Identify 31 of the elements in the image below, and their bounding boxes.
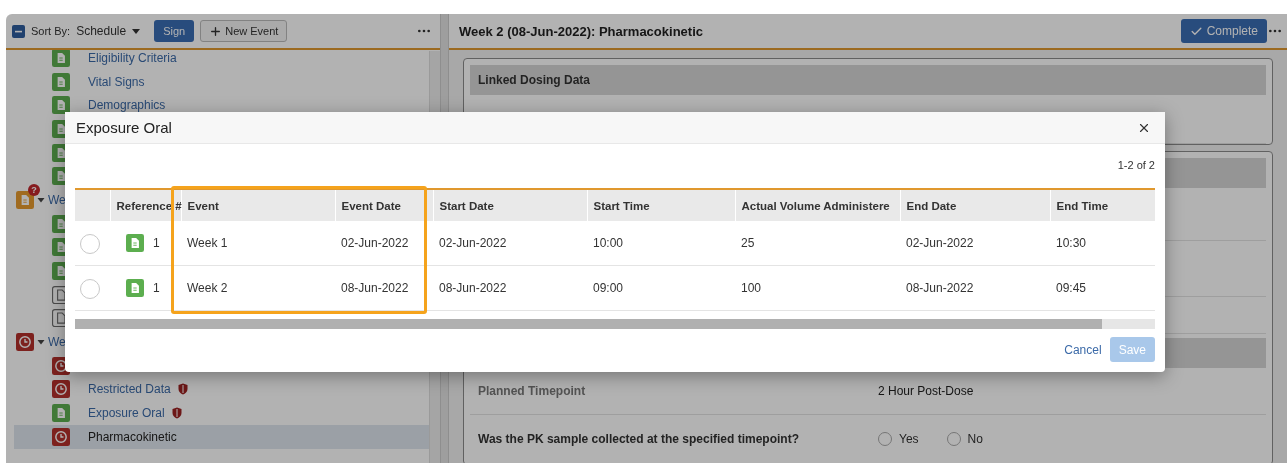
table-cell: 25 bbox=[735, 221, 900, 266]
table-cell: 10:30 bbox=[1050, 221, 1155, 266]
form-title: Week 2 (08-Jun-2022): Pharmacokinetic bbox=[459, 23, 703, 39]
query-badge: ? bbox=[28, 183, 40, 196]
table-cell: 08-Jun-2022 bbox=[433, 265, 587, 311]
sort-label: Sort By: bbox=[31, 25, 71, 37]
dialog-title: Exposure Oral bbox=[76, 119, 172, 136]
table-cell: 02-Jun-2022 bbox=[335, 221, 433, 266]
column-header: Event bbox=[181, 189, 335, 221]
column-header: Start Date bbox=[433, 189, 587, 221]
question-text: Was the PK sample collected at the specified timepoint? bbox=[478, 432, 800, 446]
pagination-text: 1-2 of 2 bbox=[1117, 158, 1155, 173]
table-cell: 09:00 bbox=[587, 265, 735, 311]
table-cell: 10:00 bbox=[587, 221, 735, 266]
table-cell: Week 1 bbox=[181, 221, 335, 266]
field-value: 2 Hour Post-Dose bbox=[878, 384, 974, 398]
table-cell: 02-Jun-2022 bbox=[433, 221, 587, 266]
field-label: Planned Timepoint bbox=[478, 384, 587, 398]
table-cell: 02-Jun-2022 bbox=[900, 221, 1050, 266]
table-cell: 1 bbox=[153, 236, 160, 250]
column-header: Actual Volume Administere bbox=[735, 189, 900, 221]
table-cell: 1 bbox=[153, 281, 160, 295]
column-header: End Date bbox=[900, 189, 1050, 221]
table-cell: 100 bbox=[735, 265, 900, 311]
table-cell: 09:45 bbox=[1050, 265, 1155, 311]
table-cell: 08-Jun-2022 bbox=[900, 265, 1050, 311]
column-header: Reference # bbox=[110, 189, 181, 221]
column-header: End Time bbox=[1050, 189, 1155, 221]
column-header: Start Time bbox=[587, 189, 735, 221]
column-header: Event Date bbox=[335, 189, 433, 221]
section-header: Linked Dosing Data bbox=[470, 65, 1266, 95]
